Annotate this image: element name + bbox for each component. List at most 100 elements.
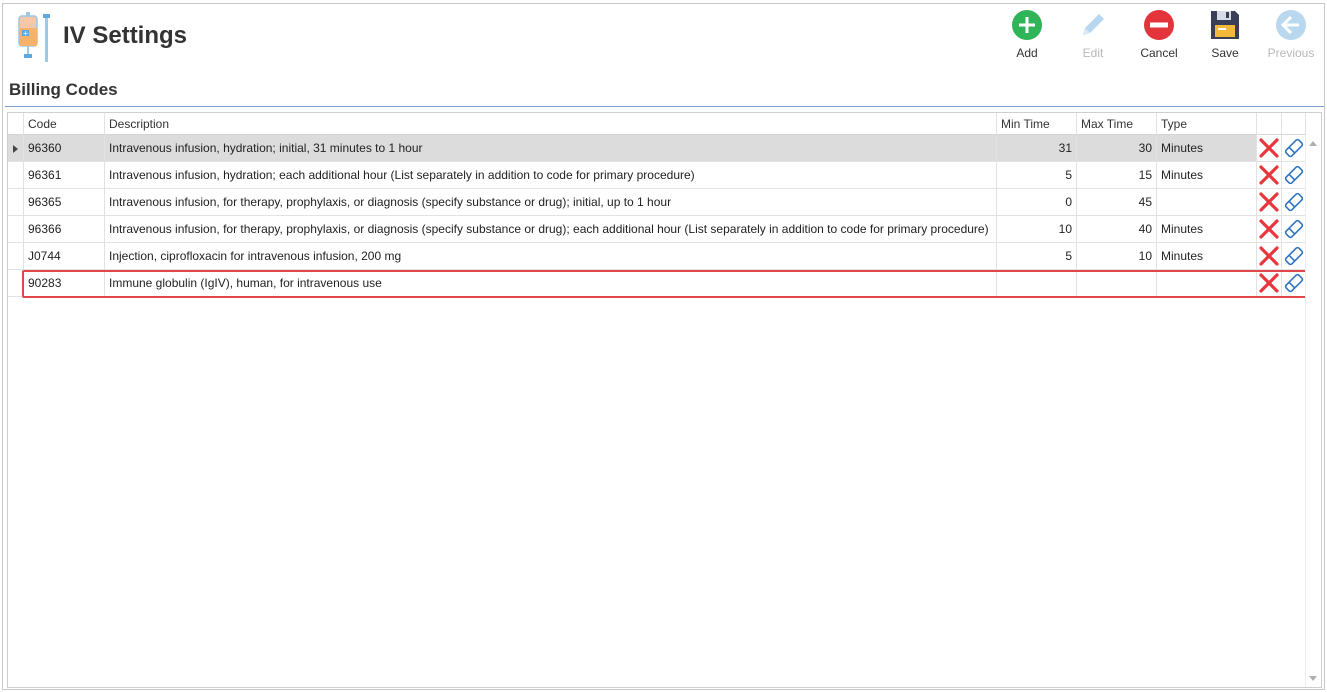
save-label: Save	[1211, 46, 1239, 60]
cell-max-time[interactable]: 10	[1077, 243, 1157, 270]
row-header[interactable]	[8, 270, 24, 297]
cell-max-time[interactable]: 15	[1077, 162, 1157, 189]
cell-code[interactable]: 96361	[24, 162, 105, 189]
arrow-left-icon	[1274, 8, 1308, 42]
vertical-scrollbar[interactable]	[1305, 135, 1321, 687]
cell-min-time[interactable]: 5	[997, 162, 1077, 189]
edit-row-button[interactable]	[1282, 189, 1306, 216]
row-header[interactable]	[8, 162, 24, 189]
billing-codes-grid: Code Description Min Time Max Time Type …	[7, 112, 1322, 688]
row-header[interactable]	[8, 189, 24, 216]
cell-type[interactable]: Minutes	[1157, 135, 1257, 162]
cancel-button[interactable]: Cancel	[1126, 8, 1192, 66]
cell-description[interactable]: Intravenous infusion, hydration; initial…	[105, 135, 997, 162]
edit-row-button[interactable]	[1282, 135, 1306, 162]
previous-button[interactable]: Previous	[1258, 8, 1324, 66]
cell-code[interactable]: 90283	[24, 270, 105, 297]
cell-type[interactable]	[1157, 189, 1257, 216]
svg-text:+: +	[23, 30, 29, 38]
cell-type[interactable]: Minutes	[1157, 243, 1257, 270]
add-button[interactable]: Add	[994, 8, 1060, 66]
column-header-max-time[interactable]: Max Time	[1077, 113, 1157, 135]
cell-code[interactable]: J0744	[24, 243, 105, 270]
edit-button[interactable]: Edit	[1060, 8, 1126, 66]
scroll-up-arrow-icon[interactable]	[1309, 141, 1317, 146]
cell-description[interactable]: Intravenous infusion, for therapy, proph…	[105, 189, 997, 216]
save-button[interactable]: Save	[1192, 8, 1258, 66]
cell-max-time[interactable]: 40	[1077, 216, 1157, 243]
column-header-code[interactable]: Code	[24, 113, 105, 135]
eraser-icon	[1284, 165, 1303, 185]
cell-min-time[interactable]	[997, 270, 1077, 297]
eraser-icon	[1284, 273, 1303, 293]
edit-row-button[interactable]	[1282, 270, 1306, 297]
cell-max-time[interactable]: 30	[1077, 135, 1157, 162]
floppy-disk-icon	[1208, 8, 1242, 42]
table-row[interactable]: 96366 Intravenous infusion, for therapy, …	[8, 216, 1306, 243]
row-header[interactable]	[8, 216, 24, 243]
delete-x-icon	[1259, 246, 1279, 266]
eraser-icon	[1284, 219, 1303, 239]
delete-row-button[interactable]	[1257, 135, 1282, 162]
row-header[interactable]	[8, 243, 24, 270]
cell-min-time[interactable]: 31	[997, 135, 1077, 162]
cell-code[interactable]: 96365	[24, 189, 105, 216]
iv-settings-window: + IV Settings Add Edit Cancel Save Previ…	[2, 3, 1325, 690]
edit-label: Edit	[1082, 46, 1104, 60]
delete-x-icon	[1259, 192, 1279, 212]
column-header-type[interactable]: Type	[1157, 113, 1257, 135]
iv-bag-icon: +	[13, 12, 53, 62]
column-header-delete	[1257, 113, 1282, 135]
edit-row-button[interactable]	[1282, 216, 1306, 243]
cell-description[interactable]: Immune globulin (IgIV), human, for intra…	[105, 270, 997, 297]
section-divider	[5, 106, 1324, 107]
eraser-icon	[1284, 138, 1303, 158]
delete-row-button[interactable]	[1257, 189, 1282, 216]
cancel-label: Cancel	[1140, 46, 1178, 60]
cell-min-time[interactable]: 0	[997, 189, 1077, 216]
add-label: Add	[1016, 46, 1038, 60]
cell-max-time[interactable]	[1077, 270, 1157, 297]
section-title: Billing Codes	[9, 80, 118, 99]
row-header[interactable]	[8, 135, 24, 162]
cell-type[interactable]	[1157, 270, 1257, 297]
cancel-icon	[1142, 8, 1176, 42]
edit-row-button[interactable]	[1282, 162, 1306, 189]
column-header-min-time[interactable]: Min Time	[997, 113, 1077, 135]
toolbar: Add Edit Cancel Save Previous	[994, 8, 1324, 68]
delete-row-button[interactable]	[1257, 243, 1282, 270]
table-row[interactable]: J0744 Injection, ciprofloxacin for intrav…	[8, 243, 1306, 270]
cell-min-time[interactable]: 5	[997, 243, 1077, 270]
delete-row-button[interactable]	[1257, 270, 1282, 297]
column-header-edit	[1282, 113, 1306, 135]
delete-row-button[interactable]	[1257, 216, 1282, 243]
eraser-icon	[1284, 192, 1303, 212]
table-row[interactable]: 90283 Immune globulin (IgIV), human, for …	[8, 270, 1306, 297]
scroll-down-arrow-icon[interactable]	[1309, 676, 1317, 681]
cell-code[interactable]: 96366	[24, 216, 105, 243]
current-row-indicator-icon	[13, 145, 18, 153]
previous-label: Previous	[1267, 46, 1315, 60]
cell-type[interactable]: Minutes	[1157, 162, 1257, 189]
cell-min-time[interactable]: 10	[997, 216, 1077, 243]
delete-x-icon	[1259, 165, 1279, 185]
cell-max-time[interactable]: 45	[1077, 189, 1157, 216]
cell-description[interactable]: Injection, ciprofloxacin for intravenous…	[105, 243, 997, 270]
pencil-icon	[1076, 8, 1110, 42]
delete-row-button[interactable]	[1257, 162, 1282, 189]
cell-code[interactable]: 96360	[24, 135, 105, 162]
eraser-icon	[1284, 246, 1303, 266]
page-title: IV Settings	[63, 22, 188, 49]
column-header-description[interactable]: Description	[105, 113, 997, 135]
cell-description[interactable]: Intravenous infusion, hydration; each ad…	[105, 162, 997, 189]
delete-x-icon	[1259, 219, 1279, 239]
table-row[interactable]: 96360 Intravenous infusion, hydration; in…	[8, 135, 1306, 162]
table-row[interactable]: 96365 Intravenous infusion, for therapy, …	[8, 189, 1306, 216]
table-row[interactable]: 96361 Intravenous infusion, hydration; ea…	[8, 162, 1306, 189]
cell-type[interactable]: Minutes	[1157, 216, 1257, 243]
edit-row-button[interactable]	[1282, 243, 1306, 270]
delete-x-icon	[1259, 273, 1279, 293]
cell-description[interactable]: Intravenous infusion, for therapy, proph…	[105, 216, 997, 243]
row-header-corner	[8, 113, 24, 135]
delete-x-icon	[1259, 138, 1279, 158]
